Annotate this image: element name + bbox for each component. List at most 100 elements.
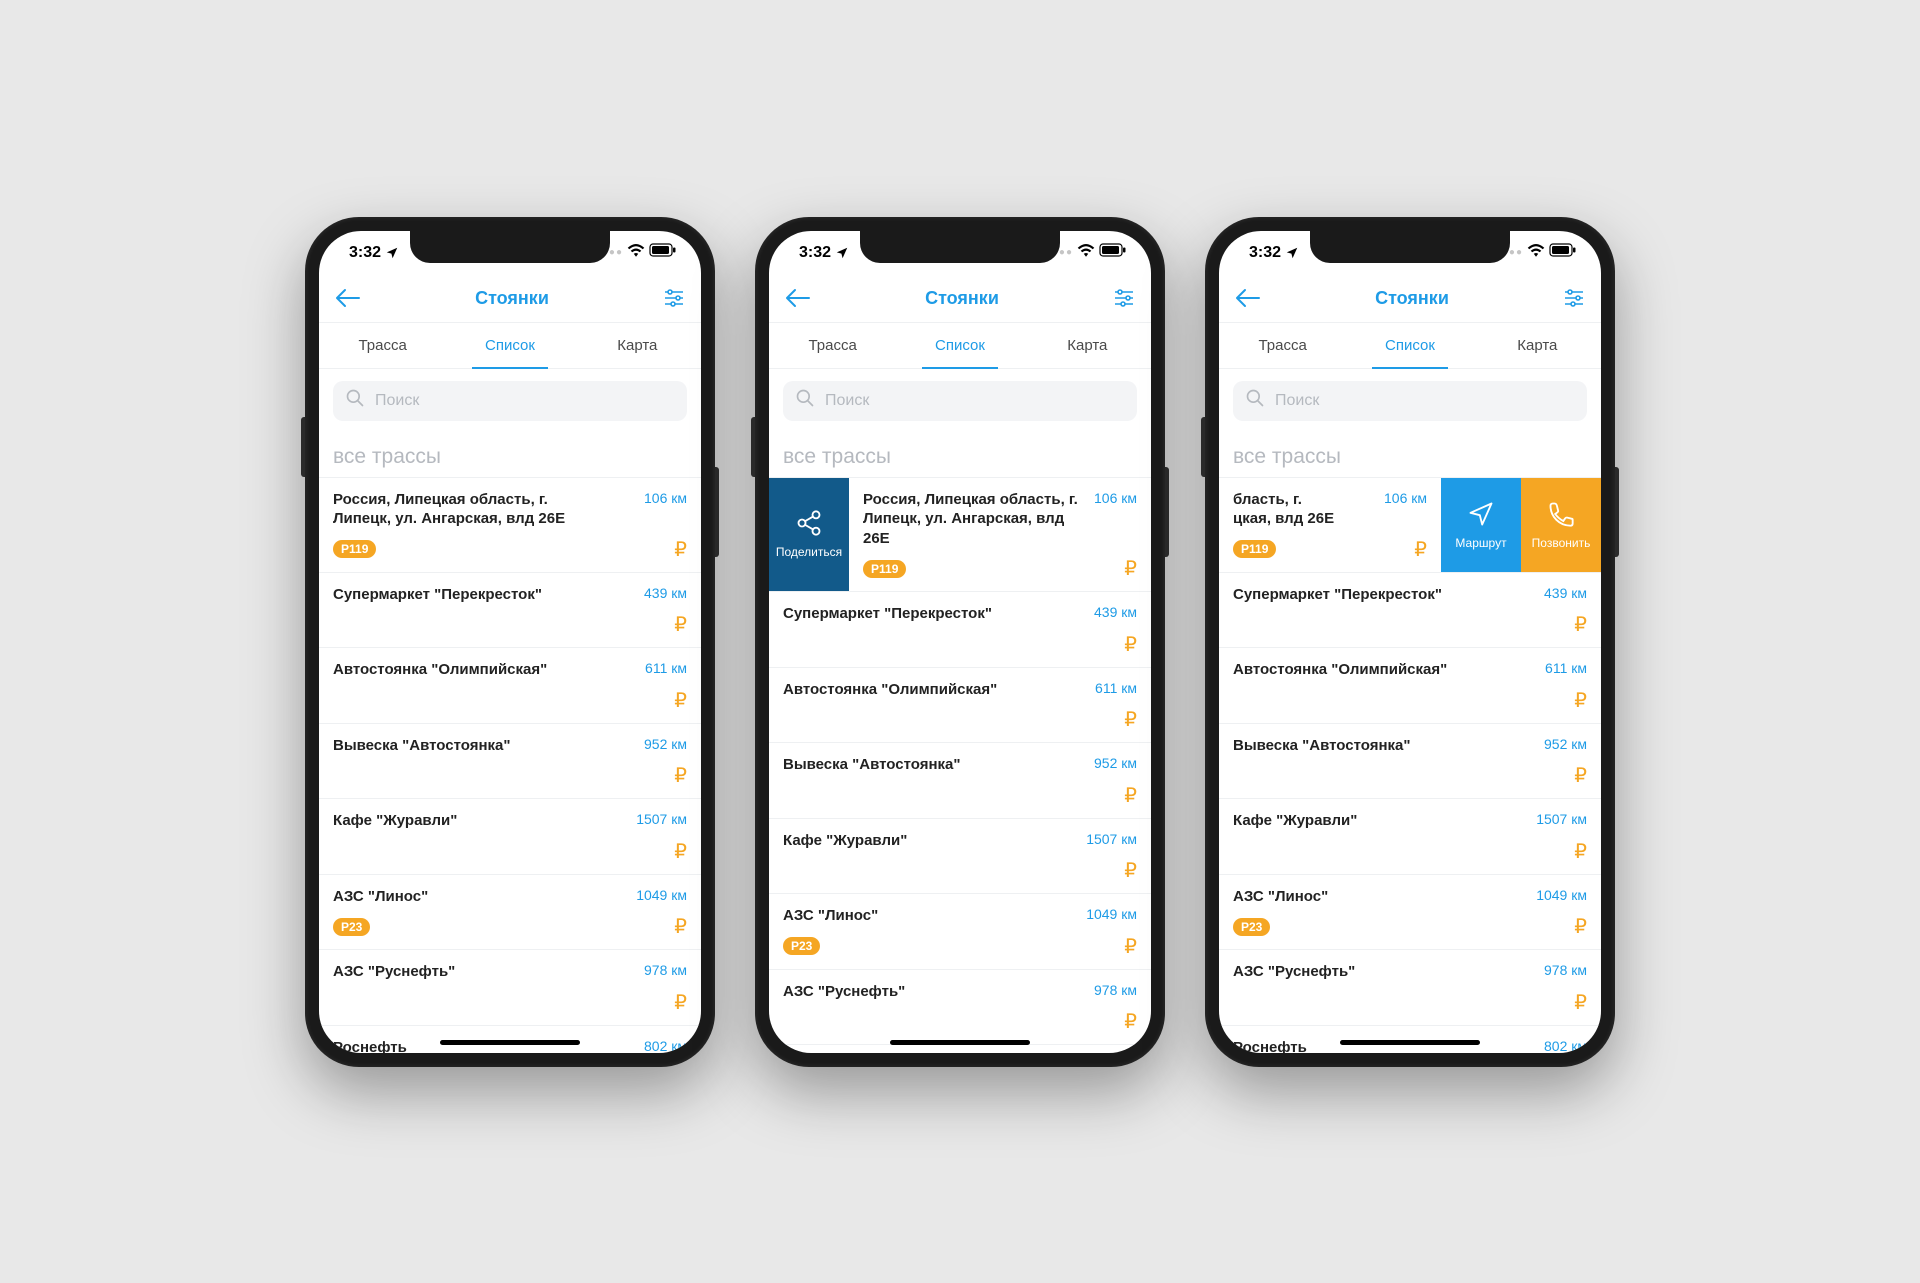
back-button[interactable] bbox=[1235, 288, 1261, 308]
page-title: Стоянки bbox=[475, 288, 549, 309]
list-item[interactable]: Вывеска "Автостоянка"952 км₽ bbox=[319, 723, 701, 799]
list-item[interactable]: АЗС "Линос"1049 кмP23₽ bbox=[1219, 874, 1601, 950]
list-item[interactable]: Россия, Липецкая область, г. Липецк, ул.… bbox=[319, 477, 701, 572]
list-item-content: Супермаркет "Перекресток"439 км₽ bbox=[319, 573, 701, 648]
list-item-content: АЗС "Линос"1049 кмP23₽ bbox=[1219, 875, 1601, 950]
phone-icon bbox=[1547, 500, 1575, 528]
list-item[interactable]: Поделиться Россия, Липецкая область, г. Л… bbox=[769, 477, 1151, 592]
item-title: АЗС "Руснефть" bbox=[333, 962, 455, 982]
item-title: Автостоянка "Олимпийская" bbox=[1233, 660, 1447, 680]
phone-frame: 3:32●●●●СтоянкиТрассаСписокКартавсе трас… bbox=[755, 217, 1165, 1067]
search-icon bbox=[1245, 388, 1265, 413]
back-button[interactable] bbox=[335, 288, 361, 308]
tab-2[interactable]: Карта bbox=[574, 323, 701, 368]
phone-frame: 3:32●●●●СтоянкиТрассаСписокКартавсе трас… bbox=[1205, 217, 1615, 1067]
section-title: все трассы bbox=[769, 429, 1151, 477]
home-indicator[interactable] bbox=[890, 1040, 1030, 1045]
search-icon bbox=[795, 388, 815, 413]
ruble-icon: ₽ bbox=[1574, 990, 1587, 1015]
route-badge: P23 bbox=[783, 937, 820, 955]
tabs: ТрассаСписокКарта bbox=[769, 323, 1151, 369]
search-box[interactable] bbox=[783, 381, 1137, 421]
tab-0[interactable]: Трасса bbox=[1219, 323, 1346, 368]
page-title: Стоянки bbox=[1375, 288, 1449, 309]
tab-0[interactable]: Трасса bbox=[319, 323, 446, 368]
status-time: 3:32 bbox=[349, 244, 399, 262]
ruble-icon: ₽ bbox=[1574, 839, 1587, 864]
notch bbox=[410, 231, 610, 263]
screen: 3:32●●●●СтоянкиТрассаСписокКартавсе трас… bbox=[1219, 231, 1601, 1053]
item-title: Россия, Липецкая область, г. Липецк, ул.… bbox=[863, 490, 1084, 549]
item-title: Кафе "Журавли" bbox=[1233, 811, 1357, 831]
list-item[interactable]: Кафе "Журавли"1507 км₽ bbox=[319, 798, 701, 874]
nav-header: Стоянки bbox=[1219, 275, 1601, 323]
search-box[interactable] bbox=[333, 381, 687, 421]
list-item[interactable]: Супермаркет "Перекресток"439 км₽ bbox=[769, 591, 1151, 667]
list-item[interactable]: Автостоянка "Олимпийская"611 км₽ bbox=[319, 647, 701, 723]
list-item[interactable]: бласть, г. цкая, влд 26Е106 кмP119₽Маршр… bbox=[1219, 477, 1601, 572]
list-item[interactable]: АЗС "Руснефть"978 км₽ bbox=[1219, 949, 1601, 1025]
tab-2[interactable]: Карта bbox=[1024, 323, 1151, 368]
status-time: 3:32 bbox=[799, 244, 849, 262]
filter-button[interactable] bbox=[1113, 288, 1135, 308]
list-item[interactable]: Роснефть802 км₽ bbox=[1219, 1025, 1601, 1053]
results-list: Россия, Липецкая область, г. Липецк, ул.… bbox=[319, 477, 701, 1053]
list-item[interactable]: Кафе "Журавли"1507 км₽ bbox=[769, 818, 1151, 894]
search-input[interactable] bbox=[1275, 392, 1575, 410]
battery-icon bbox=[1099, 243, 1127, 262]
ruble-icon: ₽ bbox=[1124, 632, 1137, 657]
item-distance: 611 км bbox=[1095, 680, 1137, 700]
list-item-content: АЗС "Руснефть"978 км₽ bbox=[1219, 950, 1601, 1025]
item-title: Вывеска "Автостоянка" bbox=[783, 755, 960, 775]
nav-header: Стоянки bbox=[319, 275, 701, 323]
item-distance: 978 км bbox=[1544, 962, 1587, 982]
results-list: бласть, г. цкая, влд 26Е106 кмP119₽Маршр… bbox=[1219, 477, 1601, 1053]
search-input[interactable] bbox=[825, 392, 1125, 410]
call-button[interactable]: Позвонить bbox=[1521, 478, 1601, 572]
ruble-icon: ₽ bbox=[1124, 934, 1137, 959]
back-button[interactable] bbox=[785, 288, 811, 308]
item-distance: 106 км bbox=[644, 490, 687, 529]
route-button[interactable]: Маршрут bbox=[1441, 478, 1521, 572]
ruble-icon: ₽ bbox=[674, 763, 687, 788]
ruble-icon: ₽ bbox=[1124, 556, 1137, 581]
filter-button[interactable] bbox=[1563, 288, 1585, 308]
tab-1[interactable]: Список bbox=[446, 323, 573, 368]
item-distance: 952 км bbox=[644, 736, 687, 756]
item-title: Вывеска "Автостоянка" bbox=[1233, 736, 1410, 756]
list-item-content: Кафе "Журавли"1507 км₽ bbox=[1219, 799, 1601, 874]
notch bbox=[1310, 231, 1510, 263]
list-item[interactable]: Вывеска "Автостоянка"952 км₽ bbox=[769, 742, 1151, 818]
tab-2[interactable]: Карта bbox=[1474, 323, 1601, 368]
tab-0[interactable]: Трасса bbox=[769, 323, 896, 368]
list-item[interactable]: АЗС "Руснефть"978 км₽ bbox=[769, 969, 1151, 1045]
list-item[interactable]: АЗС "Линос"1049 кмP23₽ bbox=[769, 893, 1151, 969]
list-item[interactable]: Вывеска "Автостоянка"952 км₽ bbox=[1219, 723, 1601, 799]
item-title: бласть, г. цкая, влд 26Е bbox=[1233, 490, 1343, 529]
list-item[interactable]: Кафе "Журавли"1507 км₽ bbox=[1219, 798, 1601, 874]
search-input[interactable] bbox=[375, 392, 675, 410]
filter-button[interactable] bbox=[663, 288, 685, 308]
item-distance: 611 км bbox=[1545, 660, 1587, 680]
item-title: Автостоянка "Олимпийская" bbox=[333, 660, 547, 680]
list-item[interactable]: АЗС "Руснефть"978 км₽ bbox=[319, 949, 701, 1025]
share-label: Поделиться bbox=[776, 545, 842, 559]
list-item[interactable]: Роснефть802 км₽ bbox=[319, 1025, 701, 1053]
tab-1[interactable]: Список bbox=[896, 323, 1023, 368]
list-item[interactable]: Супермаркет "Перекресток"439 км₽ bbox=[319, 572, 701, 648]
home-indicator[interactable] bbox=[1340, 1040, 1480, 1045]
item-distance: 611 км bbox=[645, 660, 687, 680]
list-item[interactable]: Роснефть802 км₽ bbox=[769, 1044, 1151, 1053]
list-item[interactable]: Автостоянка "Олимпийская" 611 км ₽ bbox=[1219, 647, 1601, 723]
share-button[interactable]: Поделиться bbox=[769, 478, 849, 592]
home-indicator[interactable] bbox=[440, 1040, 580, 1045]
navigation-icon bbox=[1467, 500, 1495, 528]
list-item[interactable]: Супермаркет "Перекресток"439 км₽ bbox=[1219, 572, 1601, 648]
tab-1[interactable]: Список bbox=[1346, 323, 1473, 368]
list-item[interactable]: АЗС "Линос"1049 кмP23₽ bbox=[319, 874, 701, 950]
list-item-content: АЗС "Линос"1049 кмP23₽ bbox=[319, 875, 701, 950]
list-item[interactable]: Автостоянка "Олимпийская"611 км₽ bbox=[769, 667, 1151, 743]
ruble-icon: ₽ bbox=[1574, 688, 1587, 713]
search-box[interactable] bbox=[1233, 381, 1587, 421]
results-list: Поделиться Россия, Липецкая область, г. Л… bbox=[769, 477, 1151, 1053]
